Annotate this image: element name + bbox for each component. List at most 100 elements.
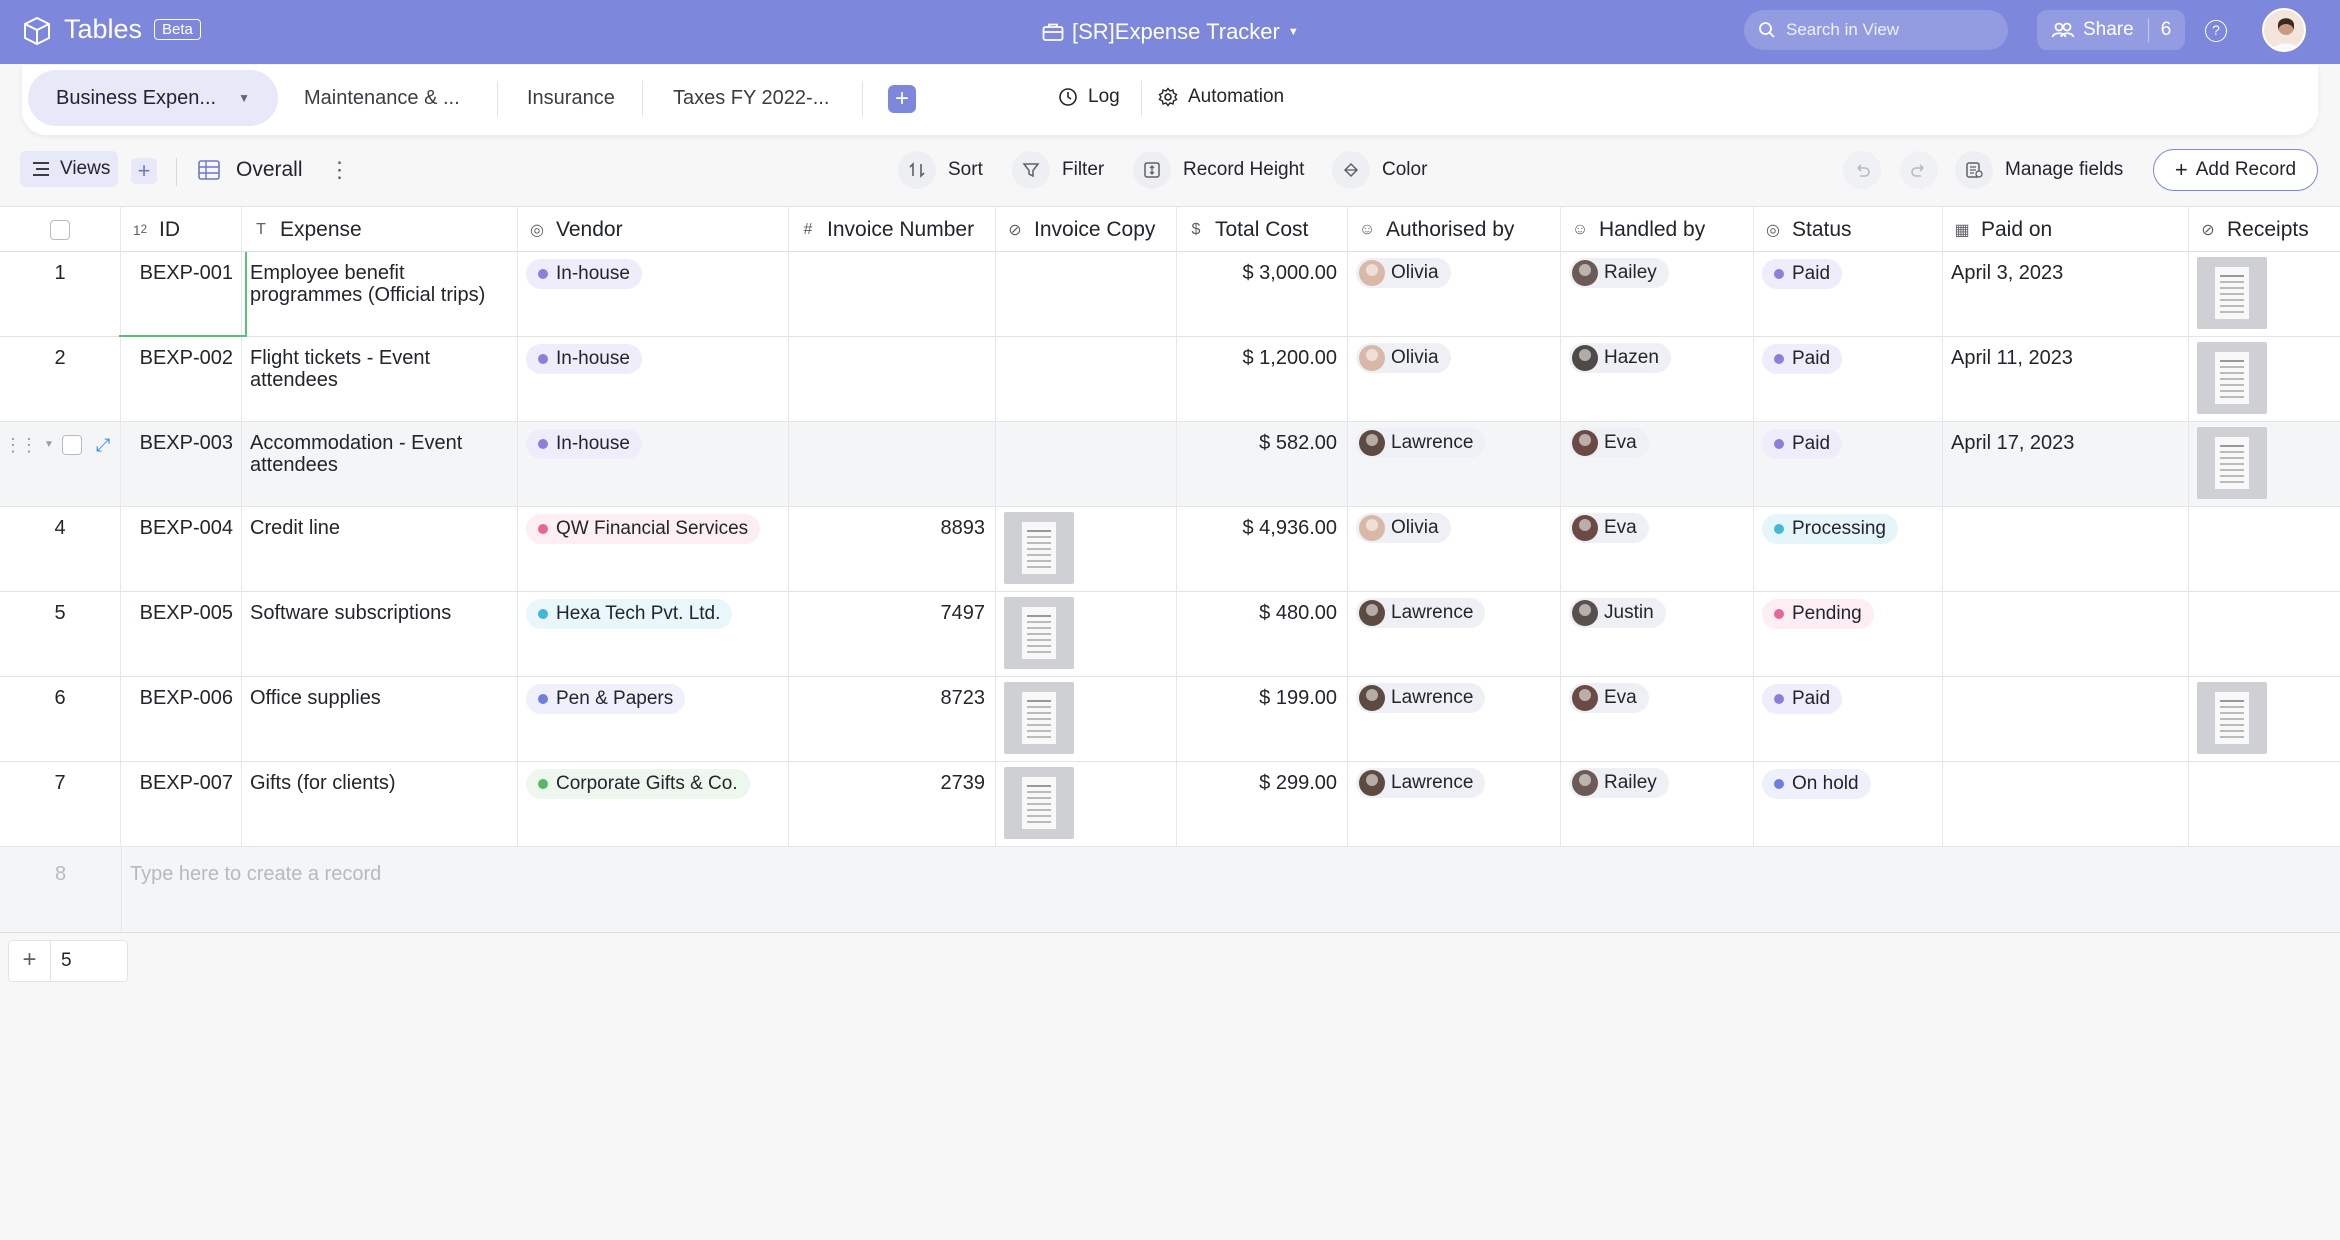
tab-business-expenses[interactable]: Business Expen... ▼	[28, 70, 278, 126]
cell-handled-by[interactable]: Eva	[1561, 507, 1754, 591]
cell-paid-on[interactable]: April 11, 2023	[1943, 337, 2189, 421]
expand-record-icon[interactable]: ⤢	[96, 434, 110, 456]
column-header-expense[interactable]: T Expense	[242, 207, 518, 252]
cell-id[interactable]: BEXP-007	[121, 762, 242, 846]
cell-vendor[interactable]: In-house	[518, 337, 789, 421]
cell-vendor[interactable]: QW Financial Services	[518, 507, 789, 591]
undo-button[interactable]	[1843, 151, 1881, 189]
cell-expense[interactable]: Employee benefit programmes (Official tr…	[242, 252, 518, 336]
cell-expense[interactable]: Gifts (for clients)	[242, 762, 518, 846]
cell-receipts[interactable]	[2189, 422, 2340, 506]
cell-id[interactable]: BEXP-002	[121, 337, 242, 421]
cell-vendor[interactable]: Corporate Gifts & Co.	[518, 762, 789, 846]
cell-paid-on[interactable]	[1943, 762, 2189, 846]
filter-button[interactable]: Filter	[1012, 151, 1104, 189]
cell-status[interactable]: Paid	[1754, 677, 1943, 761]
table-row[interactable]: 6 BEXP-006 Office supplies Pen & Papers 8723…	[0, 677, 2340, 762]
automation-button[interactable]: Automation	[1158, 86, 1284, 108]
cell-status[interactable]: Processing	[1754, 507, 1943, 591]
add-row-icon[interactable]: +	[9, 941, 51, 981]
cell-id[interactable]: BEXP-004	[121, 507, 242, 591]
cell-receipts[interactable]	[2189, 252, 2340, 336]
invoice-thumbnail[interactable]	[1004, 767, 1074, 839]
color-button[interactable]: Color	[1332, 151, 1427, 189]
row-number-cell[interactable]: 2	[0, 337, 121, 421]
cell-receipts[interactable]	[2189, 507, 2340, 591]
cell-status[interactable]: On hold	[1754, 762, 1943, 846]
cell-total-cost[interactable]: $ 582.00	[1177, 422, 1348, 506]
column-header-handled-by[interactable]: ☺ Handled by	[1561, 207, 1754, 252]
user-avatar[interactable]	[2262, 8, 2306, 52]
cell-status[interactable]: Paid	[1754, 422, 1943, 506]
view-selector[interactable]: Overall ⋮	[198, 157, 351, 183]
cell-authorised-by[interactable]: Olivia	[1348, 507, 1561, 591]
sort-button[interactable]: Sort	[898, 151, 983, 189]
new-record-row[interactable]: 8 Type here to create a record	[0, 847, 2340, 933]
column-header-receipts[interactable]: ⊘ Receipts	[2189, 207, 2340, 252]
cell-invoice-copy[interactable]	[996, 252, 1177, 336]
log-button[interactable]: Log	[1058, 86, 1120, 108]
cell-total-cost[interactable]: $ 1,200.00	[1177, 337, 1348, 421]
cell-invoice-number[interactable]	[789, 422, 996, 506]
invoice-thumbnail[interactable]	[1004, 682, 1074, 754]
tab-taxes[interactable]: Taxes FY 2022-...	[673, 70, 829, 126]
row-number-cell[interactable]: ⋮⋮ ▼ ⤢	[0, 422, 121, 506]
table-row[interactable]: 7 BEXP-007 Gifts (for clients) Corporate Gi…	[0, 762, 2340, 847]
cell-invoice-copy[interactable]	[996, 507, 1177, 591]
new-record-hint[interactable]: Type here to create a record	[130, 863, 381, 886]
cell-paid-on[interactable]: April 3, 2023	[1943, 252, 2189, 336]
select-all-checkbox[interactable]	[50, 219, 70, 240]
cell-expense[interactable]: Office supplies	[242, 677, 518, 761]
row-number-cell[interactable]: 5	[0, 592, 121, 676]
cell-id[interactable]: BEXP-003	[121, 422, 242, 506]
cell-handled-by[interactable]: Justin	[1561, 592, 1754, 676]
cell-invoice-copy[interactable]	[996, 592, 1177, 676]
cell-id[interactable]: BEXP-006	[121, 677, 242, 761]
row-number-cell[interactable]: 1	[0, 252, 121, 336]
views-button[interactable]: Views	[20, 151, 118, 187]
cell-invoice-number[interactable]	[789, 337, 996, 421]
add-view-button[interactable]: +	[131, 158, 157, 184]
cell-vendor[interactable]: In-house	[518, 422, 789, 506]
more-options-icon[interactable]: ⋮	[329, 157, 351, 183]
column-header-paid-on[interactable]: ▦ Paid on	[1943, 207, 2189, 252]
cell-vendor[interactable]: Pen & Papers	[518, 677, 789, 761]
cell-expense[interactable]: Accommodation - Event attendees	[242, 422, 518, 506]
row-number-cell[interactable]: 4	[0, 507, 121, 591]
cell-id[interactable]: BEXP-001	[121, 252, 242, 336]
manage-fields-button[interactable]: Manage fields	[1955, 151, 2123, 189]
cell-receipts[interactable]	[2189, 592, 2340, 676]
cell-paid-on[interactable]: April 17, 2023	[1943, 422, 2189, 506]
cell-invoice-number[interactable]	[789, 252, 996, 336]
cell-handled-by[interactable]: Hazen	[1561, 337, 1754, 421]
search-input[interactable]	[1786, 20, 1986, 40]
cell-handled-by[interactable]: Eva	[1561, 677, 1754, 761]
chevron-down-icon[interactable]: ▼	[44, 434, 54, 456]
cell-paid-on[interactable]	[1943, 507, 2189, 591]
share-button[interactable]: Share 6	[2037, 10, 2185, 50]
receipt-thumbnail[interactable]	[2197, 257, 2267, 329]
cell-total-cost[interactable]: $ 299.00	[1177, 762, 1348, 846]
cell-authorised-by[interactable]: Lawrence	[1348, 422, 1561, 506]
receipt-thumbnail[interactable]	[2197, 342, 2267, 414]
cell-total-cost[interactable]: $ 4,936.00	[1177, 507, 1348, 591]
cell-authorised-by[interactable]: Olivia	[1348, 337, 1561, 421]
table-title-dropdown[interactable]: [SR]Expense Tracker ▼	[1042, 19, 1299, 45]
table-row[interactable]: ⋮⋮ ▼ ⤢ BEXP-003 Accommodation - Event attend…	[0, 422, 2340, 507]
column-header-invoice-number[interactable]: # Invoice Number	[789, 207, 996, 252]
cell-total-cost[interactable]: $ 3,000.00	[1177, 252, 1348, 336]
tab-insurance[interactable]: Insurance	[527, 70, 615, 126]
cell-invoice-copy[interactable]	[996, 762, 1177, 846]
cell-status[interactable]: Paid	[1754, 337, 1943, 421]
column-header-authorised-by[interactable]: ☺ Authorised by	[1348, 207, 1561, 252]
cell-authorised-by[interactable]: Olivia	[1348, 252, 1561, 336]
cell-invoice-copy[interactable]	[996, 677, 1177, 761]
cell-receipts[interactable]	[2189, 677, 2340, 761]
cell-handled-by[interactable]: Eva	[1561, 422, 1754, 506]
invoice-thumbnail[interactable]	[1004, 597, 1074, 669]
cell-authorised-by[interactable]: Lawrence	[1348, 762, 1561, 846]
redo-button[interactable]	[1900, 151, 1938, 189]
column-header-vendor[interactable]: ◎ Vendor	[518, 207, 789, 252]
table-row[interactable]: 4 BEXP-004 Credit line QW Financial Service…	[0, 507, 2340, 592]
cell-handled-by[interactable]: Railey	[1561, 762, 1754, 846]
